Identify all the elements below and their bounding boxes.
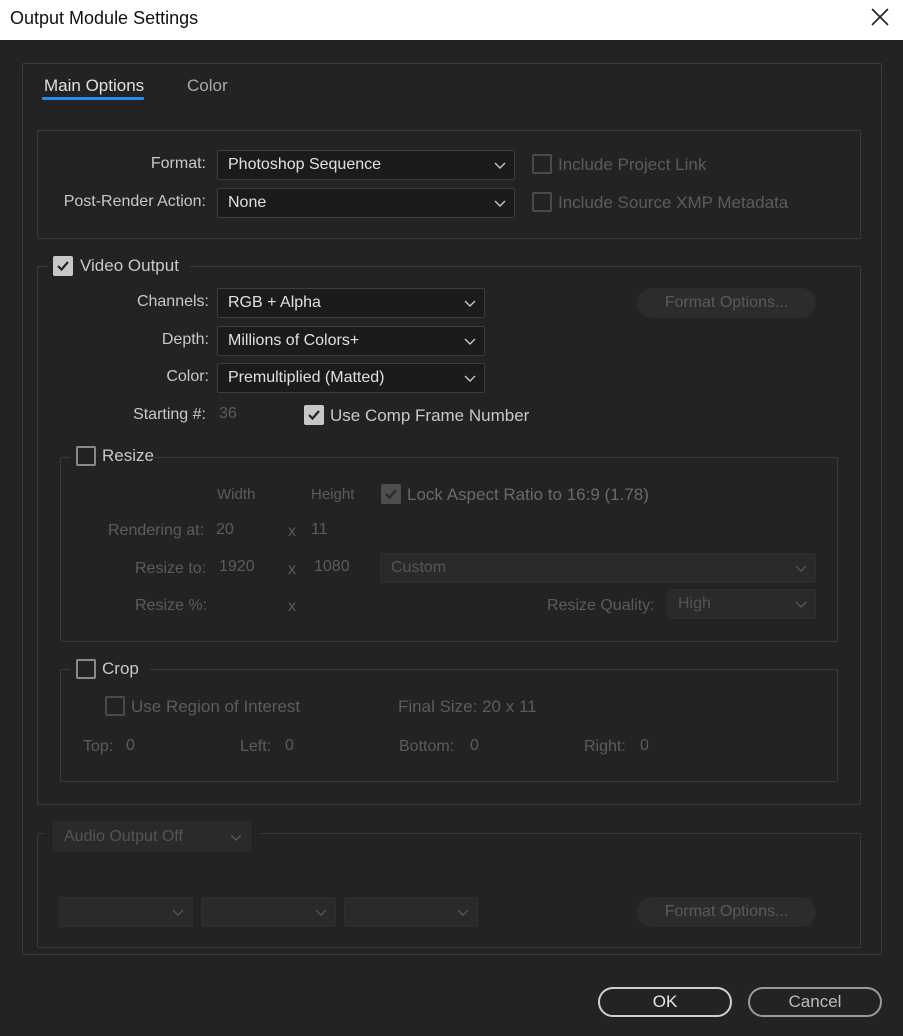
audio-format-options-button[interactable]: Format Options... (637, 897, 816, 927)
final-size-label: Final Size: 20 x 11 (398, 697, 537, 716)
color-value: Premultiplied (Matted) (228, 369, 385, 386)
post-render-select[interactable]: None (217, 188, 515, 218)
rendering-width: 20 (216, 521, 234, 538)
depth-select[interactable]: Millions of Colors+ (217, 326, 485, 356)
chevron-down-icon (230, 834, 242, 841)
color-select[interactable]: Premultiplied (Matted) (217, 363, 485, 393)
crop-bottom-value[interactable]: 0 (470, 737, 479, 755)
title-bar: Output Module Settings (0, 0, 903, 40)
post-render-label: Post-Render Action: (63, 193, 206, 210)
use-roi-checkbox[interactable] (105, 696, 125, 716)
audio-output-value: Audio Output Off (64, 828, 183, 845)
rendering-height: 11 (311, 521, 328, 538)
format-label: Format: (150, 155, 206, 172)
depth-value: Millions of Colors+ (228, 332, 360, 349)
post-render-value: None (228, 194, 267, 211)
crop-top-label: Top: (83, 738, 114, 755)
crop-left-label: Left: (240, 738, 272, 755)
resize-to-label: Resize to: (135, 560, 207, 577)
video-output-checkbox[interactable] (53, 256, 73, 276)
include-source-xmp-checkbox[interactable] (532, 192, 552, 212)
height-header: Height (311, 486, 355, 503)
resize-checkbox[interactable] (76, 446, 96, 466)
chevron-down-icon (457, 909, 469, 916)
chevron-down-icon (795, 565, 807, 572)
channels-label: Channels: (136, 293, 209, 310)
lock-aspect-label: Lock Aspect Ratio to 16:9 (1.78) (407, 485, 649, 504)
crop-section (60, 669, 838, 782)
video-output-label: Video Output (80, 256, 179, 275)
audio-output-select[interactable]: Audio Output Off (53, 822, 251, 852)
ok-button[interactable]: OK (598, 987, 732, 1017)
width-header: Width (217, 486, 256, 503)
starting-frame-value[interactable]: 36 (219, 405, 237, 423)
rendering-at-label: Rendering at: (108, 522, 205, 539)
resize-preset-select[interactable]: Custom (380, 553, 816, 583)
crop-top-value[interactable]: 0 (126, 737, 135, 755)
resize-width-field[interactable]: 1920 (219, 558, 255, 576)
crop-checkbox[interactable] (76, 659, 96, 679)
cancel-button[interactable]: Cancel (748, 987, 882, 1017)
chevron-down-icon (315, 909, 327, 916)
lock-aspect-checkbox[interactable] (381, 484, 401, 504)
include-project-link-checkbox[interactable] (532, 154, 552, 174)
chevron-down-icon (464, 300, 476, 307)
chevron-down-icon (464, 338, 476, 345)
chevron-down-icon (172, 909, 184, 916)
resize-pct-label: Resize %: (135, 597, 208, 614)
color-label: Color: (166, 368, 209, 385)
depth-label: Depth: (161, 331, 209, 348)
channels-select[interactable]: RGB + Alpha (217, 288, 485, 318)
audio-channels-select[interactable] (344, 897, 478, 927)
checkmark-icon (57, 261, 69, 272)
use-roi-label: Use Region of Interest (131, 697, 301, 716)
crop-right-label: Right: (584, 738, 626, 755)
format-section (37, 130, 861, 239)
tab-color[interactable]: Color (187, 76, 228, 96)
tab-main-options[interactable]: Main Options (44, 76, 144, 96)
use-comp-frame-label: Use Comp Frame Number (330, 406, 530, 425)
close-icon[interactable] (869, 6, 891, 28)
audio-bit-depth-select[interactable] (201, 897, 336, 927)
starting-frame-label: Starting #: (133, 406, 206, 423)
crop-bottom-label: Bottom: (399, 738, 455, 755)
crop-right-value[interactable]: 0 (640, 737, 649, 755)
crop-label: Crop (102, 659, 139, 678)
include-project-link-label: Include Project Link (558, 155, 707, 174)
format-select[interactable]: Photoshop Sequence (217, 150, 515, 180)
window-title: Output Module Settings (10, 8, 199, 28)
chevron-down-icon (494, 200, 506, 207)
chevron-down-icon (494, 162, 506, 169)
checkmark-icon (385, 489, 397, 500)
include-source-xmp-label: Include Source XMP Metadata (558, 193, 789, 212)
video-format-options-button[interactable]: Format Options... (637, 288, 816, 318)
resize-preset-value: Custom (391, 559, 447, 576)
format-value: Photoshop Sequence (228, 156, 382, 173)
channels-value: RGB + Alpha (228, 294, 321, 311)
active-tab-indicator (42, 97, 144, 100)
resize-x: x (288, 561, 296, 578)
resize-pct-x: x (288, 598, 296, 615)
resize-quality-select[interactable]: High (667, 589, 816, 619)
checkmark-icon (308, 410, 320, 421)
crop-left-value[interactable]: 0 (285, 737, 294, 755)
use-comp-frame-checkbox[interactable] (304, 405, 324, 425)
resize-height-field[interactable]: 1080 (314, 558, 350, 576)
resize-quality-value: High (678, 595, 711, 612)
resize-quality-label: Resize Quality: (547, 597, 655, 614)
chevron-down-icon (795, 601, 807, 608)
audio-sample-rate-select[interactable] (59, 897, 193, 927)
resize-label: Resize (102, 446, 154, 465)
rendering-x: x (288, 523, 296, 540)
chevron-down-icon (464, 375, 476, 382)
